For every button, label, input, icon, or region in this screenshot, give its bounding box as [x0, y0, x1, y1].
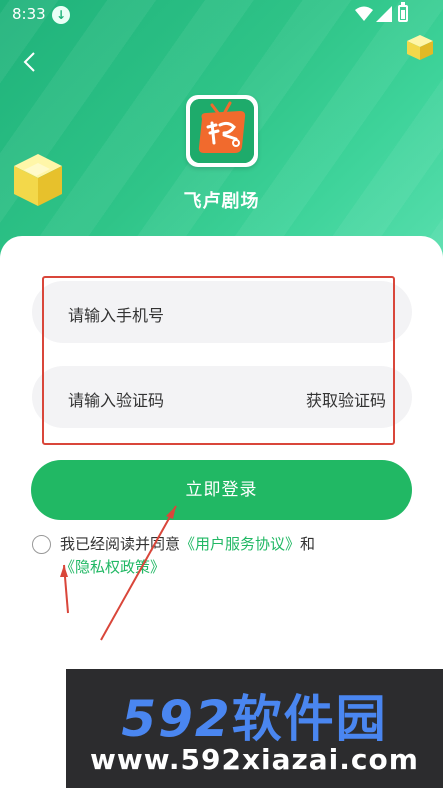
login-button[interactable]: 立即登录 — [31, 460, 412, 520]
agreement-checkbox[interactable] — [32, 535, 51, 554]
phone-input[interactable]: 请输入手机号 — [32, 281, 412, 343]
cube-icon — [407, 35, 433, 60]
app-logo — [186, 95, 258, 167]
user-agreement-link[interactable]: 《用户服务协议》 — [180, 535, 300, 553]
agreement-text: 我已经阅读并同意《用户服务协议》和《隐私权政策》 — [60, 533, 420, 579]
agreement-prefix: 我已经阅读并同意 — [60, 535, 181, 553]
status-time: 8:33 — [12, 5, 46, 23]
download-icon: ↓ — [52, 6, 70, 24]
status-bar: 8:33 ↓ — [0, 0, 443, 30]
battery-icon — [398, 2, 408, 22]
watermark-url: www.592xiazai.com — [90, 743, 419, 776]
verification-code-input[interactable]: 请输入验证码 获取验证码 — [32, 366, 412, 428]
get-code-button[interactable]: 获取验证码 — [306, 387, 386, 411]
app-name: 飞卢剧场 — [183, 191, 260, 212]
watermark-brand: 592软件园 — [66, 679, 443, 751]
tv-logo-icon — [190, 99, 254, 163]
phone-placeholder: 请输入手机号 — [68, 306, 165, 325]
agreement-and: 和 — [300, 535, 316, 553]
back-icon[interactable] — [18, 50, 42, 74]
signal-icon — [376, 6, 392, 22]
watermark-brand-name: 软件园 — [231, 690, 388, 748]
watermark-brand-number: 592 — [121, 690, 232, 748]
privacy-policy-link[interactable]: 《隐私权政策》 — [60, 558, 165, 576]
watermark-banner: 592软件园 www.592xiazai.com — [66, 669, 443, 788]
code-placeholder: 请输入验证码 — [68, 391, 165, 410]
wifi-icon — [355, 6, 373, 21]
